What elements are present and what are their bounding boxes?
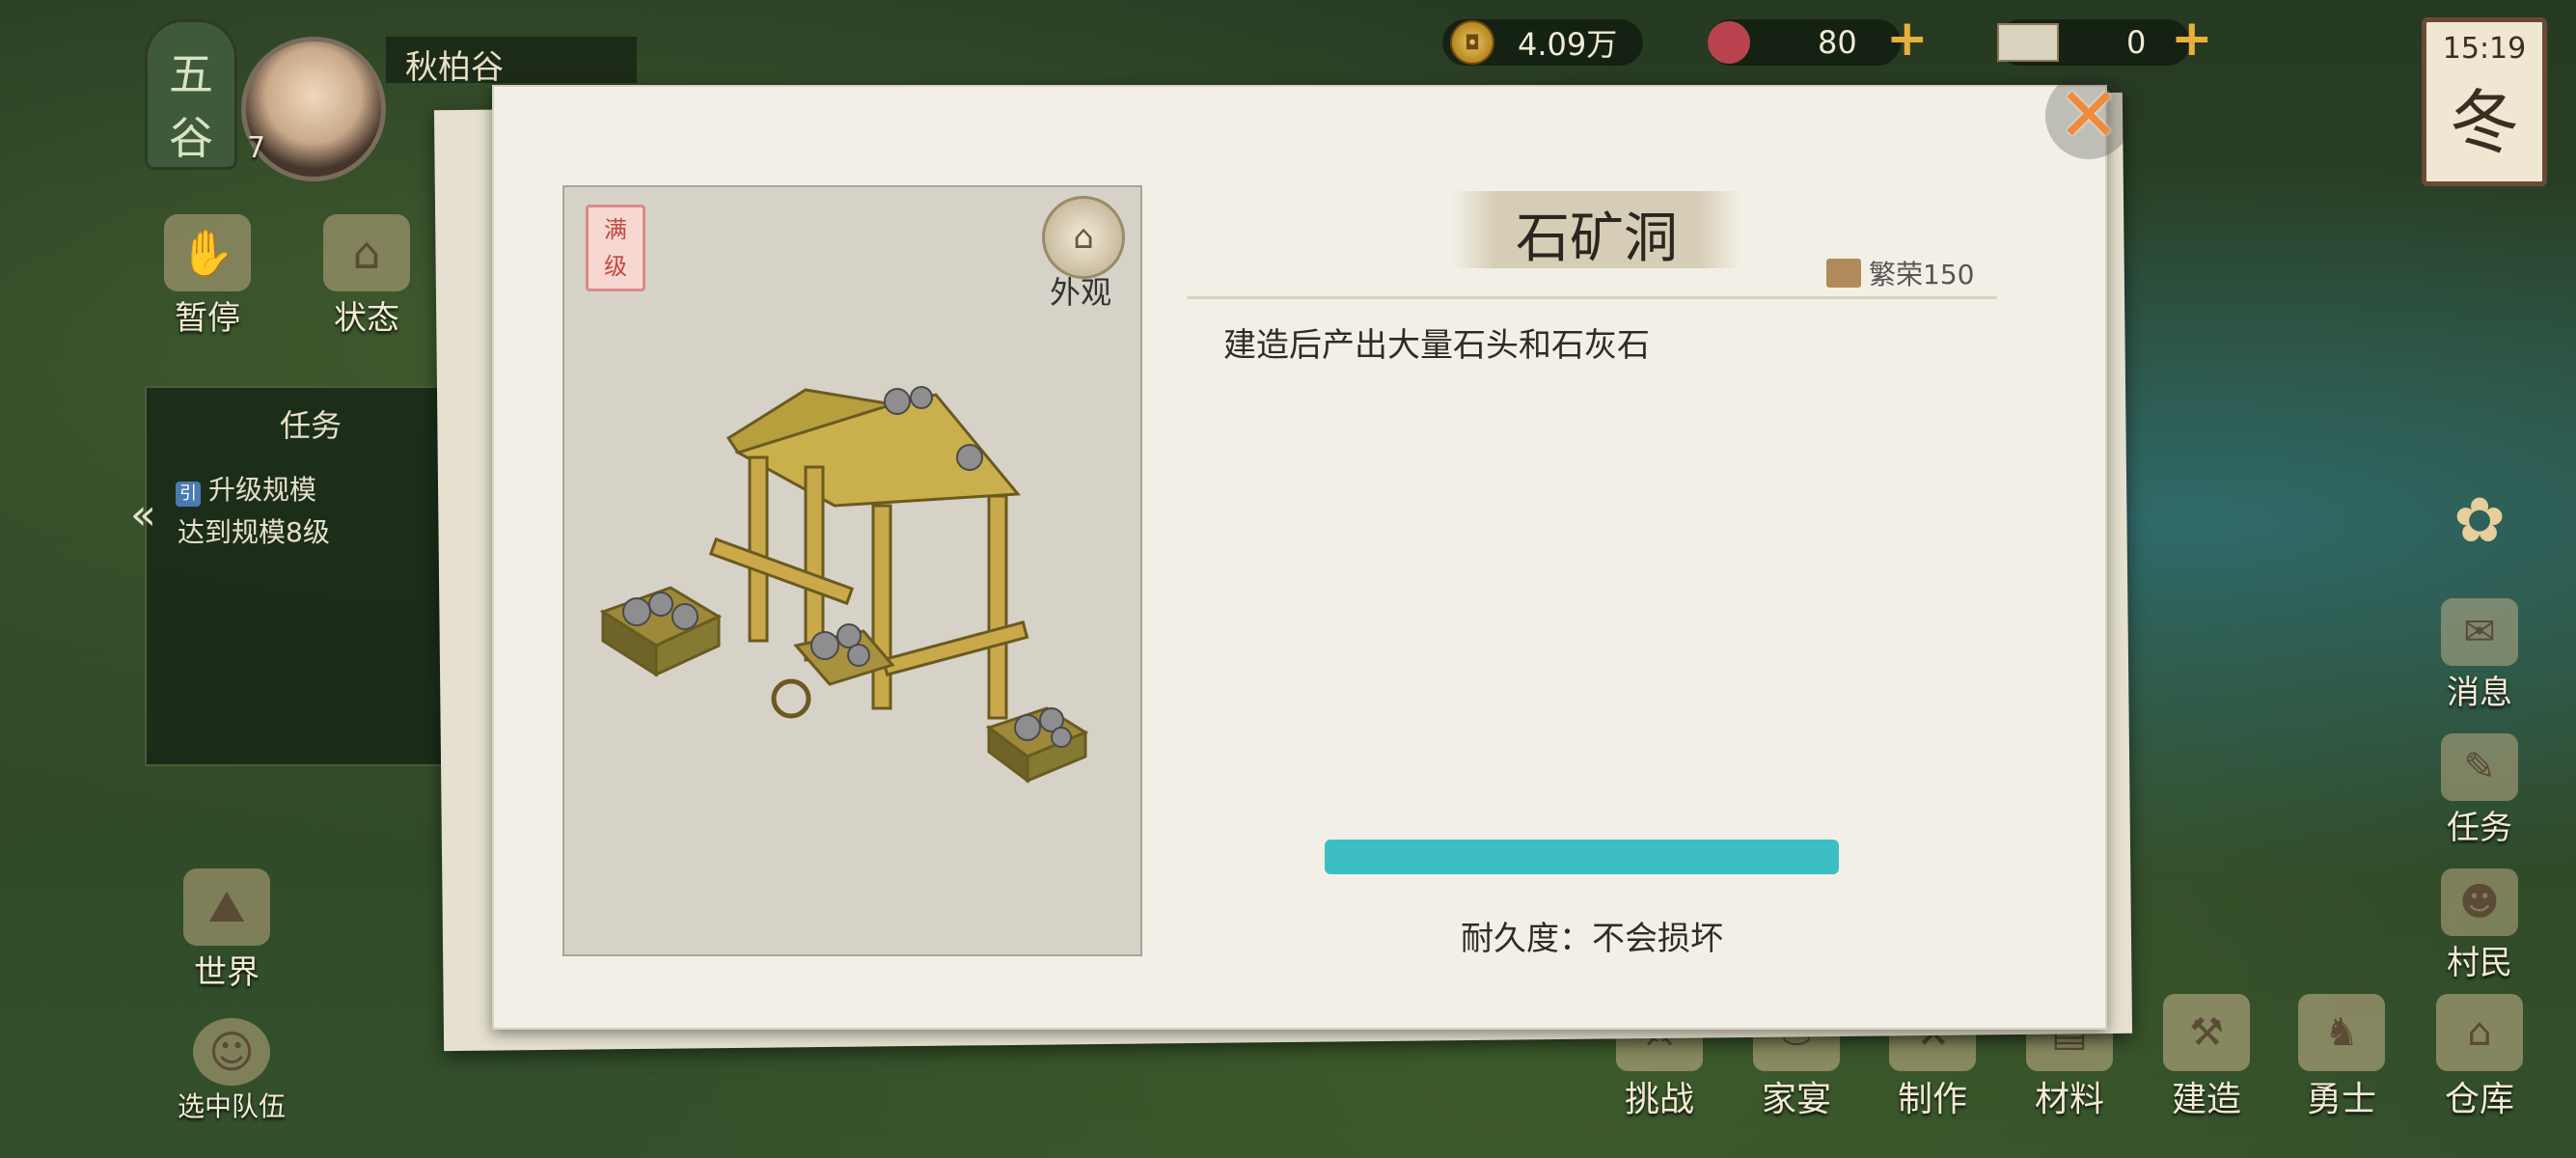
select-team-button[interactable]: ☺ 选中队伍 — [159, 1018, 304, 1124]
player-level: 7 — [247, 131, 266, 165]
message-icon: ✉ — [2441, 598, 2518, 666]
pause-hand-icon: ✋ — [164, 214, 251, 291]
herb-resource-icon — [1708, 21, 1750, 64]
warrior-icon: ♞ — [2298, 994, 2385, 1071]
warehouse-label: 仓库 — [2444, 1080, 2514, 1119]
region-top-char: 五 — [169, 48, 213, 100]
season-clock[interactable]: 15:19 冬 — [2422, 17, 2547, 186]
warrior-button[interactable]: ♞ 勇士 — [2279, 994, 2404, 1121]
pause-label: 暂停 — [175, 299, 240, 338]
task-line-2: 达到规模8级 — [178, 516, 330, 548]
challenge-label: 挑战 — [1624, 1080, 1694, 1119]
max-level-badge: 满级 — [586, 205, 645, 291]
craft-label: 制作 — [1897, 1080, 1967, 1119]
building-description: 建造后产出大量石头和石灰石 — [1223, 326, 1650, 365]
resource-2-counter: 80 — [1708, 19, 1901, 66]
voucher-icon — [1997, 23, 2059, 62]
task-marker-icon: 引 — [176, 482, 201, 507]
prosperity-stat: 繁荣150 — [1826, 254, 1974, 292]
clock-time: 15:19 — [2442, 32, 2527, 66]
feast-label: 家宴 — [1761, 1080, 1831, 1119]
resource-3-counter: 0 — [1997, 19, 2190, 66]
warehouse-icon: ⌂ — [2436, 994, 2523, 1071]
add-resource-2-button[interactable]: + — [1886, 10, 1929, 68]
add-resource-3-button[interactable]: + — [2171, 10, 2213, 68]
world-label: 世界 — [194, 953, 260, 992]
region-bottom-char: 谷 — [169, 112, 213, 164]
quest-button[interactable]: ✎ 任务 — [2417, 733, 2542, 848]
region-badge[interactable]: 五 谷 — [145, 19, 237, 170]
warehouse-button[interactable]: ⌂ 仓库 — [2417, 994, 2542, 1121]
quest-scroll-icon: ✎ — [2441, 733, 2518, 801]
building-title: 石矿洞 — [1516, 207, 1678, 270]
build-hammer-icon: ⚒ — [2163, 994, 2250, 1071]
flower-menu-icon: ✿ — [2453, 485, 2506, 557]
task-panel[interactable]: 任务 引升级规模 达到规模8级 — [145, 386, 477, 766]
collapse-arrow-icon[interactable]: « — [130, 490, 156, 539]
materials-label: 材料 — [2034, 1080, 2104, 1119]
team-portrait-icon: ☺ — [193, 1018, 270, 1086]
quest-label: 任务 — [2447, 809, 2512, 847]
house-status-icon: ⌂ — [323, 214, 410, 291]
clock-season: 冬 — [2449, 82, 2519, 163]
villager-icon: ☻ — [2441, 868, 2518, 936]
task-panel-title: 任务 — [279, 407, 342, 444]
durability-bar — [1325, 840, 1839, 874]
build-button[interactable]: ⚒ 建造 — [2144, 994, 2269, 1121]
task-line-1[interactable]: 引升级规模 — [176, 469, 316, 508]
build-label: 建造 — [2171, 1080, 2241, 1119]
close-icon: ✕ — [2057, 72, 2121, 159]
villager-button[interactable]: ☻ 村民 — [2417, 868, 2542, 983]
world-map-icon: ⛰ — [183, 868, 270, 946]
max-level-text: 满级 — [603, 216, 627, 280]
world-button[interactable]: ⛰ 世界 — [159, 868, 294, 993]
select-team-label: 选中队伍 — [177, 1090, 286, 1122]
resource-2-value: 80 — [1818, 24, 1857, 61]
appearance-label[interactable]: 外观 — [1042, 268, 1119, 313]
prosperity-value: 繁荣150 — [1869, 259, 1975, 290]
task-name: 升级规模 — [208, 474, 317, 506]
message-label: 消息 — [2447, 674, 2512, 712]
status-button[interactable]: ⌂ 状态 — [299, 214, 434, 339]
coin-value: 4.09万 — [1518, 26, 1618, 63]
warrior-label: 勇士 — [2306, 1080, 2376, 1119]
copper-coin-icon: ◘ — [1450, 20, 1494, 65]
resource-3-value: 0 — [2126, 24, 2147, 61]
flower-menu-button[interactable]: ✿ — [2417, 485, 2542, 557]
durability-text: 耐久度：不会损坏 — [1461, 920, 1723, 958]
prosperity-house-icon — [1826, 259, 1861, 288]
coin-counter: ◘ 4.09万 — [1442, 19, 1643, 66]
message-button[interactable]: ✉ 消息 — [2417, 598, 2542, 713]
villager-label: 村民 — [2447, 944, 2512, 982]
close-button[interactable]: ✕ — [2045, 72, 2132, 159]
durability-bar-fill — [1325, 840, 1839, 874]
title-divider — [1187, 296, 1997, 299]
status-label: 状态 — [334, 299, 399, 338]
appearance-icon[interactable]: ⌂ — [1042, 196, 1125, 279]
player-name: 秋柏谷 — [405, 48, 504, 87]
pause-button[interactable]: ✋ 暂停 — [140, 214, 275, 339]
